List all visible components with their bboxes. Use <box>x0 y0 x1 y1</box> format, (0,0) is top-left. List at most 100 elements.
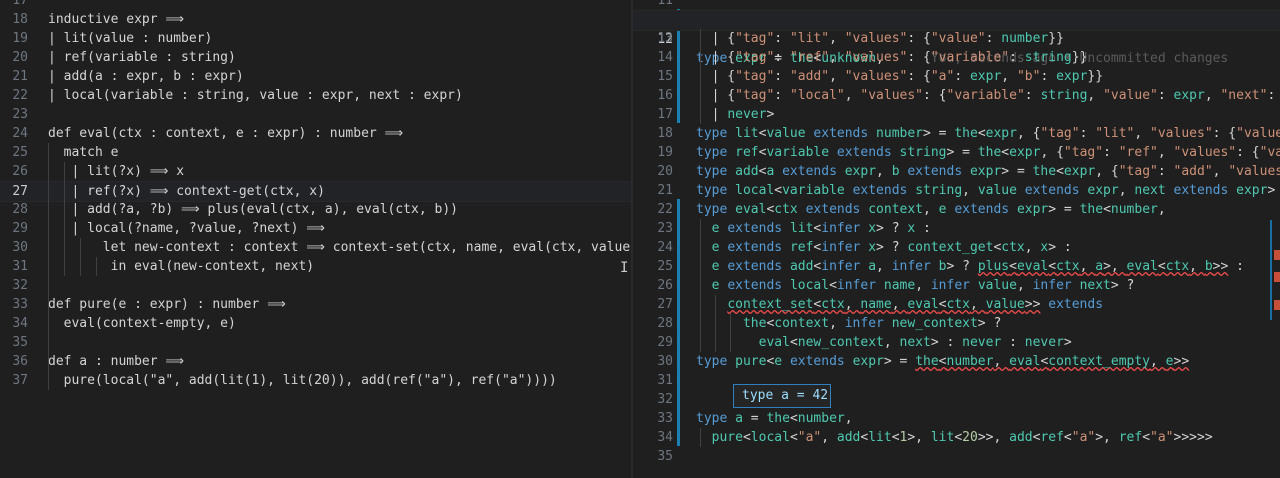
code-line-row[interactable]: 23 <box>0 105 631 124</box>
code-line[interactable]: match e <box>48 143 119 162</box>
code-line[interactable]: | {"tag": "ref", "values": {"variable": … <box>696 48 1088 67</box>
line-number: 30 <box>657 354 673 369</box>
line-number: 26 <box>657 278 673 293</box>
code-line-row[interactable]: 36 def a : number ⟹ <box>0 352 631 371</box>
code-line[interactable]: type pure<e extends expr> = the<number, … <box>696 352 1189 371</box>
code-line[interactable]: type eval<ctx extends context, e extends… <box>696 200 1166 219</box>
line-number: 24 <box>657 240 673 255</box>
code-line[interactable]: | {"tag": "add", "values": {"a": expr, "… <box>696 67 1103 86</box>
code-line[interactable]: type ref<variable extends string> = the<… <box>696 143 1280 162</box>
code-line-row[interactable]: 37 pure(local("a", add(lit(1), lit(20)),… <box>0 371 631 390</box>
code-line[interactable]: pure(local("a", add(lit(1), lit(20)), ad… <box>48 371 557 390</box>
code-line[interactable]: | {"tag": "lit", "values": {"value": num… <box>696 29 1064 48</box>
code-line-row[interactable]: 18 inductive expr ⟹ <box>0 10 631 29</box>
code-line[interactable]: def eval(ctx : context, e : expr) : numb… <box>48 124 403 143</box>
scrollbar-error-marker[interactable] <box>1274 250 1280 260</box>
code-line[interactable]: the<context, infer new_context> ? <box>696 314 1001 333</box>
code-line[interactable]: e extends ref<infer x> ? context_get<ctx… <box>696 238 1072 257</box>
line-number: 27 <box>657 297 673 312</box>
code-line-row[interactable]: 27 | ref(?x) ⟹ context-get(ctx, x) <box>0 181 631 202</box>
line-number: 23 <box>12 107 28 122</box>
code-line-row[interactable]: 30 let new-context : context ⟹ context-s… <box>0 238 631 257</box>
line-number: 13 <box>657 31 673 46</box>
code-line[interactable]: e extends local<infer name, infer value,… <box>696 276 1135 295</box>
code-line-row[interactable]: 17 <box>0 0 631 10</box>
code-line[interactable]: in eval(new-context, next) <box>48 257 315 276</box>
code-line-row[interactable]: 19 | lit(value : number) <box>0 29 631 48</box>
code-line[interactable]: | local(variable : string, value : expr,… <box>48 86 463 105</box>
code-line[interactable]: def a : number ⟹ <box>48 352 184 371</box>
line-number: 31 <box>12 259 28 274</box>
indent-guide <box>48 143 49 390</box>
line-number: 25 <box>657 259 673 274</box>
code-line[interactable]: eval<new_context, next> : never : never> <box>696 333 1072 352</box>
indent-guide <box>700 29 701 124</box>
code-line-row[interactable]: 31 in eval(new-context, next) <box>0 257 631 276</box>
code-line-row[interactable]: 33 def pure(e : expr) : number ⟹ <box>0 295 631 314</box>
code-line-row[interactable]: 26 | lit(?x) ⟹ x <box>0 162 631 181</box>
code-line[interactable]: type add<a extends expr, b extends expr>… <box>696 162 1280 181</box>
code-line[interactable]: | lit(value : number) <box>48 29 212 48</box>
code-line[interactable]: type a = the<number, <box>696 409 853 428</box>
code-line[interactable]: e extends lit<infer x> ? x : <box>696 219 931 238</box>
line-number: 21 <box>12 69 28 84</box>
code-line-row[interactable]: 25 match e <box>0 143 631 162</box>
code-line[interactable]: type lit<value extends number> = the<exp… <box>696 124 1280 143</box>
current-line[interactable]: 12 type expr = the<unknown, You, seconds… <box>633 10 1280 66</box>
code-line[interactable]: inductive expr ⟹ <box>48 10 184 29</box>
left-editor-pane[interactable]: 17 18 inductive expr ⟹ 19 | lit(value : numb… <box>0 0 631 478</box>
right-editor-pane[interactable]: 11 12 type expr = the<unknown, You, seco… <box>633 0 1280 478</box>
line-number: 26 <box>12 164 28 179</box>
line-number: 16 <box>657 88 673 103</box>
scrollbar-error-marker[interactable] <box>1274 300 1280 310</box>
line-number: 32 <box>657 392 673 407</box>
line-number: 19 <box>12 31 28 46</box>
line-number: 20 <box>657 164 673 179</box>
indent-guide <box>48 314 49 333</box>
code-line[interactable]: | ref(variable : string) <box>48 48 236 67</box>
line-number: 22 <box>657 202 673 217</box>
code-line-row[interactable]: 22 | local(variable : string, value : exp… <box>0 86 631 105</box>
line-number: 37 <box>12 373 28 388</box>
code-line[interactable]: | never> <box>696 105 775 124</box>
code-line[interactable]: let new-context : context ⟹ context-set(… <box>48 238 631 257</box>
line-number: 18 <box>12 12 28 27</box>
code-line[interactable]: | add(?a, ?b) ⟹ plus(eval(ctx, a), eval(… <box>48 200 458 219</box>
code-line[interactable]: pure<local<"a", add<lit<1>, lit<20>>, ad… <box>696 428 1213 447</box>
code-line[interactable]: context_set<ctx, name, eval<ctx, value>>… <box>696 295 1103 314</box>
code-line[interactable]: e extends add<infer a, infer b> ? plus<e… <box>696 257 1244 276</box>
scrollbar-change-marker[interactable] <box>1270 220 1272 320</box>
line-number: 35 <box>657 449 673 464</box>
code-line[interactable]: type local<variable extends string, valu… <box>696 181 1280 200</box>
line-number: 17 <box>657 107 673 122</box>
code-line[interactable]: eval(context-empty, e) <box>48 314 236 333</box>
line-number: 28 <box>12 202 28 217</box>
code-line[interactable]: | local(?name, ?value, ?next) ⟹ <box>48 219 324 238</box>
code-line-row[interactable]: 35 <box>0 333 631 352</box>
scrollbar-error-marker[interactable] <box>1274 272 1280 282</box>
code-line-row[interactable]: 28 | add(?a, ?b) ⟹ plus(eval(ctx, a), ev… <box>0 200 631 219</box>
line-number: 11 <box>657 0 673 8</box>
code-line-row[interactable]: 29 | local(?name, ?value, ?next) ⟹ <box>0 219 631 238</box>
code-line[interactable]: | {"tag": "local", "values": {"variable"… <box>696 86 1280 105</box>
line-number: 34 <box>657 430 673 445</box>
line-number: 17 <box>12 0 28 8</box>
code-line[interactable]: | lit(?x) ⟹ x <box>48 162 184 181</box>
code-line-row[interactable]: 21 | add(a : expr, b : expr) <box>0 67 631 86</box>
indent-guide <box>80 238 81 276</box>
code-line[interactable]: | add(a : expr, b : expr) <box>48 67 244 86</box>
code-line-row[interactable]: 34 eval(context-empty, e) <box>0 314 631 333</box>
line-number: 30 <box>12 240 28 255</box>
line-number: 35 <box>12 335 28 350</box>
code-line[interactable]: def pure(e : expr) : number ⟹ <box>48 295 286 314</box>
line-number: 20 <box>12 50 28 65</box>
line-number: 33 <box>657 411 673 426</box>
code-line-row[interactable]: 20 | ref(variable : string) <box>0 48 631 67</box>
code-line[interactable]: | ref(?x) ⟹ context-get(ctx, x) <box>48 182 324 201</box>
line-number: 33 <box>12 297 28 312</box>
indent-guide <box>700 219 701 352</box>
line-number: 29 <box>657 335 673 350</box>
code-line-row[interactable]: 24 def eval(ctx : context, e : expr) : nu… <box>0 124 631 143</box>
line-number: 23 <box>657 221 673 236</box>
code-line-row[interactable]: 32 <box>0 276 631 295</box>
